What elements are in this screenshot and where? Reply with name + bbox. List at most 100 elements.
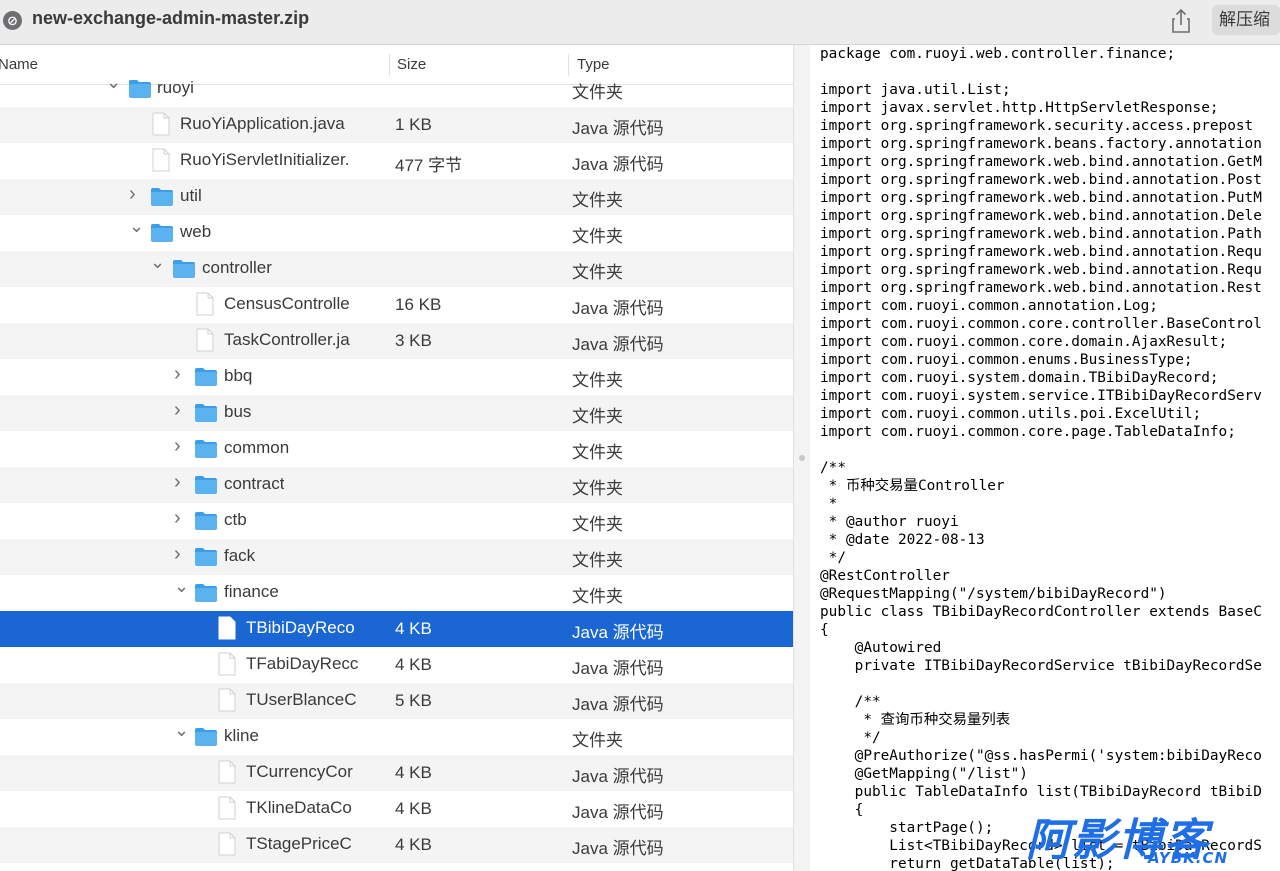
row-size: 4 KB bbox=[395, 763, 432, 782]
row-size: 4 KB bbox=[395, 799, 432, 818]
row-type: Java 源代码 bbox=[572, 839, 664, 858]
folder-row[interactable]: ⌄ controller 文件夹 bbox=[0, 251, 793, 287]
row-type: Java 源代码 bbox=[572, 335, 664, 354]
chevron-down-icon[interactable]: ⌄ bbox=[174, 721, 189, 739]
row-name: TCurrencyCor bbox=[246, 762, 353, 781]
chevron-right-icon[interactable]: › bbox=[174, 508, 186, 528]
row-size: 1 KB bbox=[395, 115, 432, 134]
row-name: CensusControlle bbox=[224, 294, 350, 313]
code-preview: package com.ruoyi.web.controller.finance… bbox=[810, 45, 1280, 871]
row-name: TKlineDataCo bbox=[246, 798, 352, 817]
document-icon bbox=[218, 616, 236, 640]
row-type: Java 源代码 bbox=[572, 695, 664, 714]
splitter-grip[interactable] bbox=[799, 455, 805, 461]
folder-row[interactable]: › bus 文件夹 bbox=[0, 395, 793, 431]
row-name: finance bbox=[224, 582, 279, 601]
row-size: 16 KB bbox=[395, 295, 442, 314]
row-size: 4 KB bbox=[395, 655, 432, 674]
row-type: Java 源代码 bbox=[572, 803, 664, 822]
folder-row[interactable]: › ctb 文件夹 bbox=[0, 503, 793, 539]
folder-icon bbox=[195, 728, 217, 746]
row-type: 文件夹 bbox=[572, 479, 623, 498]
file-row[interactable]: RuoYiApplication.java 1 KB Java 源代码 bbox=[0, 107, 793, 143]
folder-row[interactable]: › contract 文件夹 bbox=[0, 467, 793, 503]
chevron-right-icon[interactable]: › bbox=[174, 544, 186, 564]
chevron-right-icon[interactable]: › bbox=[174, 364, 186, 384]
row-type: 文件夹 bbox=[572, 515, 623, 534]
chevron-right-icon[interactable]: › bbox=[129, 184, 141, 204]
row-type: 文件夹 bbox=[572, 371, 623, 390]
share-button[interactable] bbox=[1166, 6, 1196, 36]
folder-icon bbox=[195, 440, 217, 458]
file-row[interactable]: TaskController.ja 3 KB Java 源代码 bbox=[0, 323, 793, 359]
chevron-down-icon[interactable]: ⌄ bbox=[174, 577, 189, 595]
chevron-right-icon[interactable]: › bbox=[174, 436, 186, 456]
folder-row[interactable]: ⌄ kline 文件夹 bbox=[0, 719, 793, 755]
pane-splitter[interactable] bbox=[793, 45, 811, 871]
folder-row[interactable]: ⌄ ruoyi 文件夹 bbox=[0, 71, 793, 107]
file-row[interactable]: TKlineDataCo 4 KB Java 源代码 bbox=[0, 791, 793, 827]
document-icon bbox=[218, 652, 236, 676]
chevron-down-icon[interactable]: ⌄ bbox=[106, 73, 121, 91]
window-title: new-exchange-admin-master.zip bbox=[32, 8, 310, 28]
watermark-domain: AYBK.CN bbox=[1148, 849, 1229, 867]
folder-icon bbox=[151, 224, 173, 242]
row-name: util bbox=[180, 186, 202, 205]
row-type: 文件夹 bbox=[572, 443, 623, 462]
document-icon bbox=[196, 328, 214, 352]
row-type: 文件夹 bbox=[572, 731, 623, 750]
row-type: Java 源代码 bbox=[572, 767, 664, 786]
chevron-right-icon[interactable]: › bbox=[174, 472, 186, 492]
row-type: 文件夹 bbox=[572, 263, 623, 282]
row-name: bbq bbox=[224, 366, 253, 385]
chevron-right-icon[interactable]: › bbox=[174, 400, 186, 420]
document-icon bbox=[218, 688, 236, 712]
row-name: kline bbox=[224, 726, 259, 745]
folder-row[interactable]: › bbq 文件夹 bbox=[0, 359, 793, 395]
chevron-down-icon[interactable]: ⌄ bbox=[129, 217, 144, 235]
file-row[interactable]: TStagePriceC 4 KB Java 源代码 bbox=[0, 827, 793, 863]
folder-icon bbox=[195, 584, 217, 602]
row-type: 文件夹 bbox=[572, 587, 623, 606]
folder-icon bbox=[151, 188, 173, 206]
file-row[interactable]: RuoYiServletInitializer. 477 字节 Java 源代码 bbox=[0, 143, 793, 179]
file-row[interactable]: CensusControlle 16 KB Java 源代码 bbox=[0, 287, 793, 323]
watermark-logo: 阿影博客 AYBK.CN bbox=[1026, 808, 1280, 871]
row-name: bus bbox=[224, 402, 252, 421]
row-name: common bbox=[224, 438, 290, 457]
document-icon bbox=[218, 760, 236, 784]
file-row[interactable]: TFabiDayRecc 4 KB Java 源代码 bbox=[0, 647, 793, 683]
row-type: Java 源代码 bbox=[572, 623, 664, 642]
window-titlebar: ⊘ new-exchange-admin-master.zip 解压缩 bbox=[0, 0, 1280, 45]
chevron-down-icon[interactable]: ⌄ bbox=[150, 253, 165, 271]
row-name: TStagePriceC bbox=[246, 834, 352, 853]
row-name: TaskController.ja bbox=[224, 330, 350, 349]
row-type: 文件夹 bbox=[572, 227, 623, 246]
file-row[interactable]: TCurrencyCor 4 KB Java 源代码 bbox=[0, 755, 793, 791]
row-name: ctb bbox=[224, 510, 247, 529]
folder-row[interactable]: › fack 文件夹 bbox=[0, 539, 793, 575]
folder-icon bbox=[195, 512, 217, 530]
row-name: controller bbox=[202, 258, 272, 277]
folder-row[interactable]: › common 文件夹 bbox=[0, 431, 793, 467]
folder-row[interactable]: ⌄ web 文件夹 bbox=[0, 215, 793, 251]
folder-icon bbox=[173, 260, 195, 278]
row-name: web bbox=[180, 222, 212, 241]
folder-icon bbox=[195, 368, 217, 386]
folder-icon bbox=[195, 476, 217, 494]
folder-row[interactable]: › util 文件夹 bbox=[0, 179, 793, 215]
unzip-button[interactable]: 解压缩 bbox=[1212, 5, 1280, 35]
row-size: 477 字节 bbox=[395, 156, 463, 175]
archive-app-icon: ⊘ bbox=[3, 11, 22, 30]
share-icon bbox=[1172, 8, 1190, 33]
row-type: 文件夹 bbox=[572, 83, 623, 102]
folder-row[interactable]: ⌄ finance 文件夹 bbox=[0, 575, 793, 611]
row-name: RuoYiApplication.java bbox=[180, 114, 345, 133]
row-size: 5 KB bbox=[395, 691, 432, 710]
row-type: Java 源代码 bbox=[572, 299, 664, 318]
file-row[interactable]: TBibiDayReco 4 KB Java 源代码 bbox=[0, 611, 793, 647]
row-name: TUserBlanceC bbox=[246, 690, 357, 709]
document-icon bbox=[196, 292, 214, 316]
row-type: 文件夹 bbox=[572, 191, 623, 210]
file-row[interactable]: TUserBlanceC 5 KB Java 源代码 bbox=[0, 683, 793, 719]
